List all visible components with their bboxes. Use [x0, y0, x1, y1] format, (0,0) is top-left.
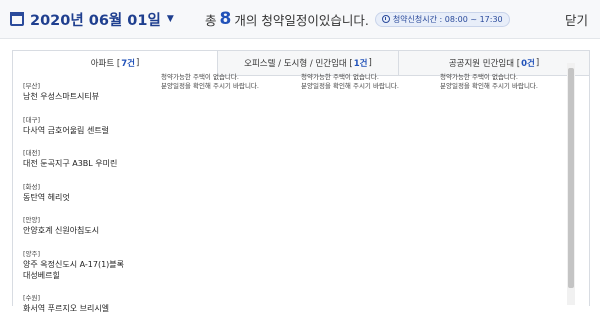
- close-button[interactable]: 닫기: [565, 10, 588, 29]
- list-item[interactable]: [수원] 화서역 푸르지오 브리시엘: [23, 293, 163, 314]
- region-label: [화성]: [23, 182, 41, 191]
- date-selector[interactable]: 2020년 06월 01일 ▼: [10, 8, 174, 30]
- schedule-count: 8: [219, 9, 232, 29]
- region-label: [양주]: [23, 249, 41, 258]
- clock-icon: [381, 15, 390, 23]
- region-label: [안양]: [23, 216, 41, 224]
- empty-message-line2: 분양일정을 확인해 주시기 바랍니다.: [440, 82, 538, 90]
- region-label: [부산]: [23, 82, 41, 90]
- tab-count: 1건: [353, 59, 368, 69]
- summary-prefix: 총: [205, 12, 217, 28]
- schedule-summary: 총 8 개의 청약일정이있습니다. 청약신청시간 : 08:00 ~ 17:30: [205, 9, 510, 29]
- list-item[interactable]: [부산] 남천 우성스마트시티뷰: [23, 81, 163, 102]
- tab-label: 아파트 [: [90, 59, 121, 69]
- listing-name: 대전 둔곡지구 A3BL 우미린: [23, 159, 118, 168]
- caret-down-icon: ▼: [166, 14, 174, 24]
- hours-label: 청약신청시간 : 08:00 ~ 17:30: [392, 14, 503, 24]
- list-item[interactable]: [양주] 양주 옥정신도시 A-17(1)블록 대성베르힐: [23, 249, 163, 281]
- header-bar: 2020년 06월 01일 ▼ 총 8 개의 청약일정이있습니다. 청약신청시간…: [0, 0, 600, 39]
- region-label: [대전]: [23, 149, 41, 157]
- listing-name-line2: 대성베르힐: [23, 270, 60, 280]
- tab-officetel[interactable]: 오피스텔 / 도시형 / 민간임대 [ 1건 ]: [218, 51, 399, 75]
- empty-message: 청약가능한 주택이 없습니다. 분양일정을 확인해 주시기 바랍니다.: [301, 73, 399, 91]
- empty-message-line2: 분양일정을 확인해 주시기 바랍니다.: [301, 82, 399, 90]
- list-item[interactable]: [대전] 대전 둔곡지구 A3BL 우미린: [23, 148, 163, 169]
- list-item[interactable]: [안양] 안양호계 신원아침도시: [23, 215, 163, 236]
- tab-public-rental[interactable]: 공공지원 민간임대 [ 0건 ]: [399, 51, 589, 75]
- listing-name: 안양호계 신원아침도시: [23, 226, 100, 235]
- list-item[interactable]: [화성] 동탄역 헤리엇: [23, 182, 163, 203]
- list-item[interactable]: [대구] 다사역 금호어울림 센트럴: [23, 115, 163, 136]
- listing-name: 양주 옥정신도시 A-17(1)블록: [23, 259, 125, 269]
- empty-message-line1: 청약가능한 주택이 없습니다.: [440, 73, 518, 81]
- listing-name: 다사역 금호어울림 센트럴: [23, 125, 110, 135]
- empty-message: 청약가능한 주택이 없습니다. 분양일정을 확인해 주시기 바랍니다.: [161, 73, 259, 91]
- tab-count: 0건: [521, 59, 535, 69]
- empty-message-line1: 청약가능한 주택이 없습니다.: [301, 73, 379, 81]
- empty-message: 청약가능한 주택이 없습니다. 분양일정을 확인해 주시기 바랍니다.: [440, 73, 538, 91]
- empty-message-line2: 분양일정을 확인해 주시기 바랍니다.: [161, 82, 259, 90]
- listing-list: [부산] 남천 우성스마트시티뷰 [대구] 다사역 금호어울림 센트럴 [대전]…: [23, 81, 163, 327]
- empty-message-line1: 청약가능한 주택이 없습니다.: [161, 73, 239, 81]
- tab-bracket: ]: [368, 58, 372, 68]
- scrollbar-thumb[interactable]: [568, 68, 574, 288]
- summary-suffix: 개의 청약일정이있습니다.: [234, 12, 369, 28]
- tab-label: 오피스텔 / 도시형 / 민간임대 [: [244, 59, 353, 69]
- tab-count: 7건: [121, 59, 135, 69]
- date-label: 2020년 06월 01일: [30, 12, 161, 29]
- listing-name: 남천 우성스마트시티뷰: [23, 92, 100, 101]
- tab-bracket: ]: [535, 58, 540, 68]
- hours-badge: 청약신청시간 : 08:00 ~ 17:30: [374, 11, 510, 27]
- calendar-icon: [10, 12, 24, 26]
- scrollbar[interactable]: [567, 63, 575, 305]
- region-label: [수원]: [23, 294, 41, 302]
- tab-label: 공공지원 민간임대 [: [448, 59, 521, 69]
- tab-bracket: ]: [135, 58, 140, 68]
- region-label: [대구]: [23, 115, 41, 124]
- listing-name: 동탄역 헤리엇: [23, 192, 70, 202]
- schedule-panel: 아파트 [ 7건 ] 오피스텔 / 도시형 / 민간임대 [ 1건 ] 공공지원…: [12, 50, 590, 313]
